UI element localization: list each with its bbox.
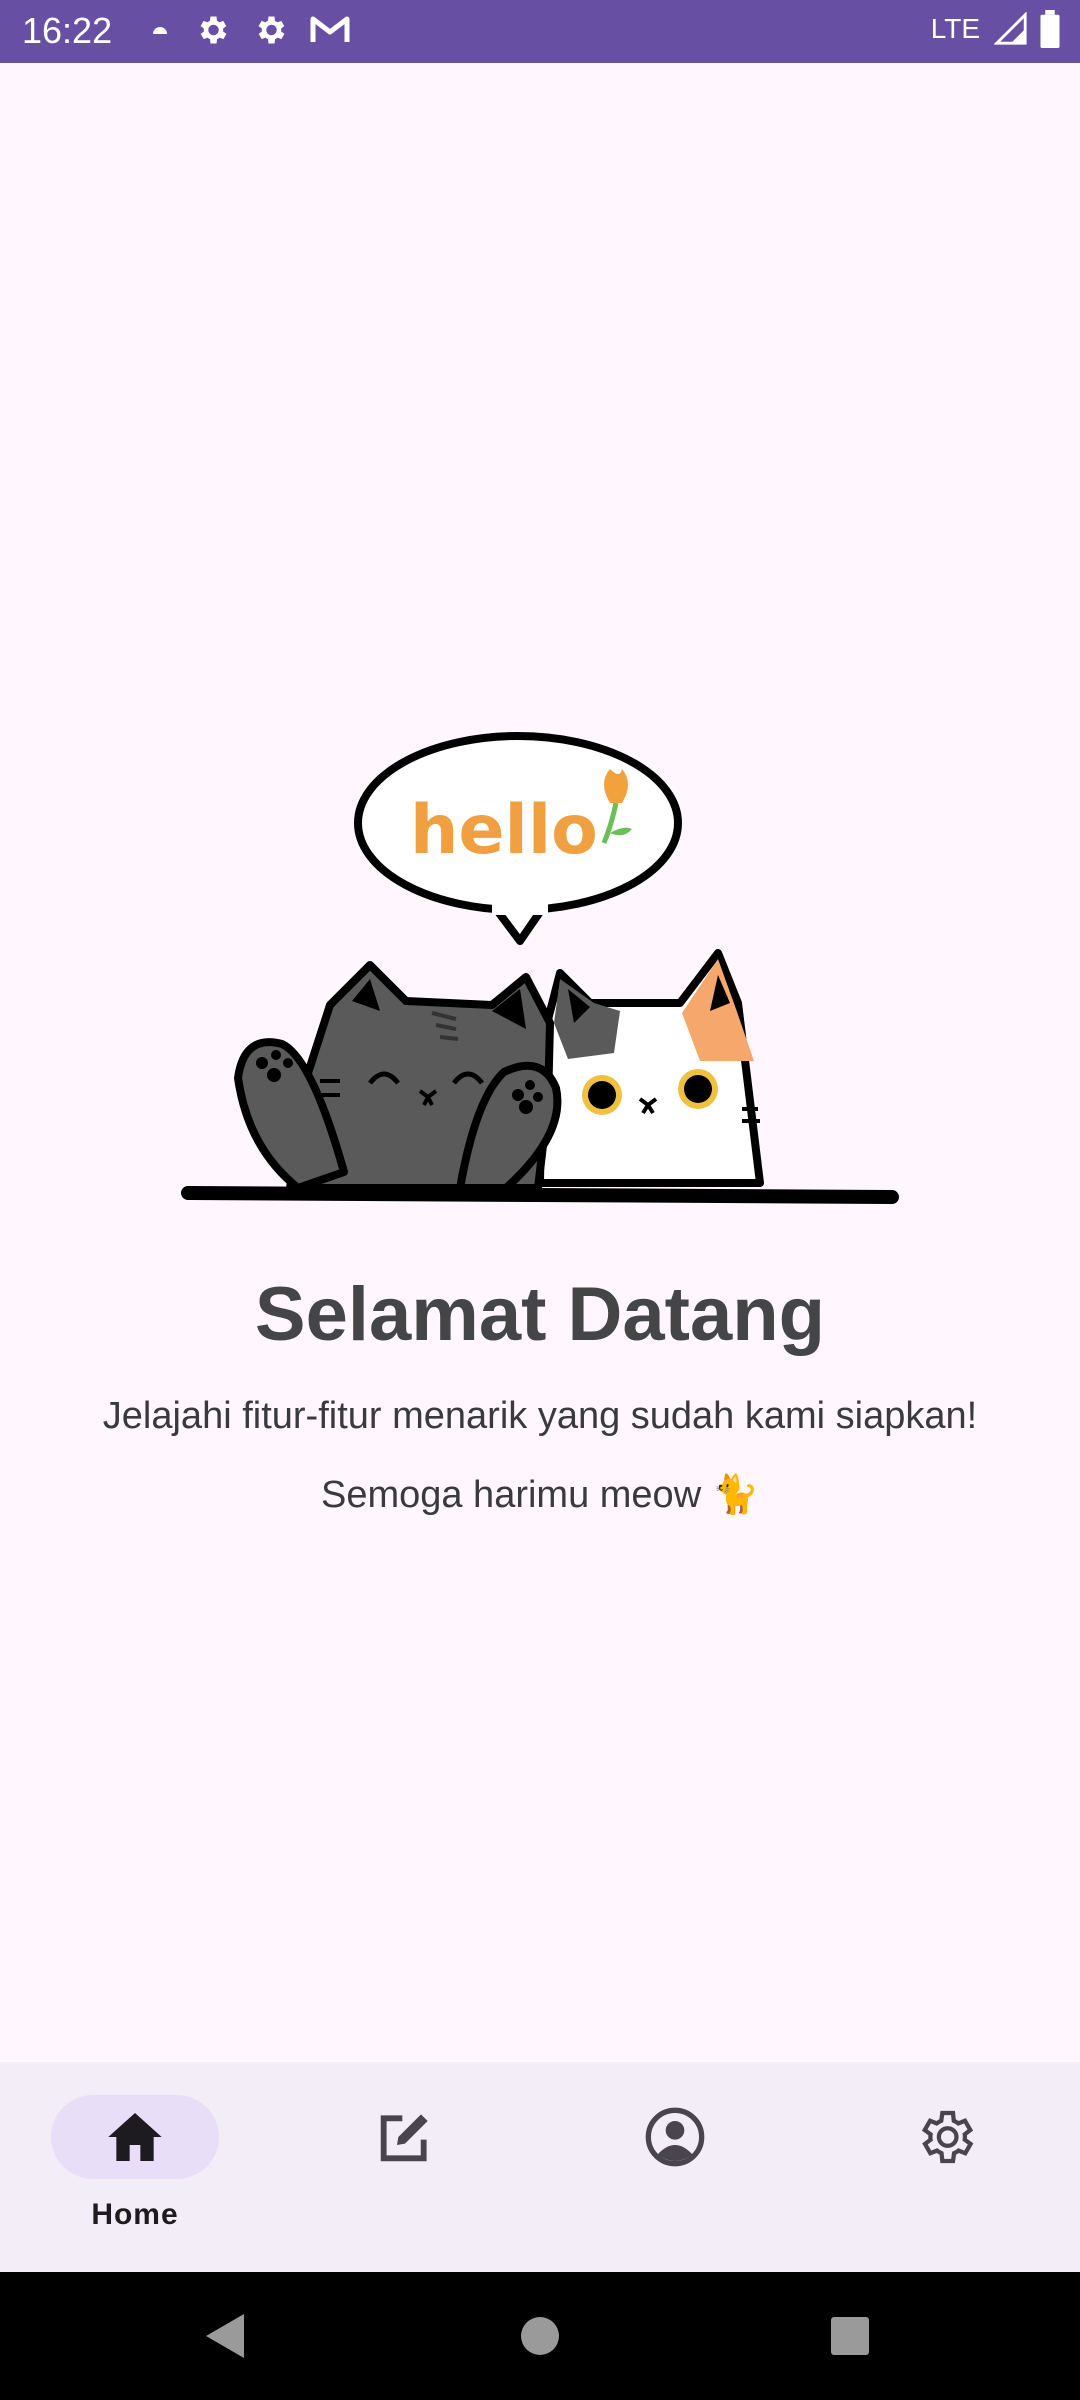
nav-item-home[interactable]: Home xyxy=(0,2062,270,2272)
page-title: Selamat Datang xyxy=(254,1272,826,1357)
notification-icons xyxy=(148,12,350,48)
system-status-icons: LTE xyxy=(931,10,1062,48)
profile-icon xyxy=(645,2107,705,2167)
gear-icon xyxy=(258,16,285,44)
gear-icon xyxy=(200,16,227,44)
weather-icon xyxy=(153,27,167,34)
recents-icon[interactable] xyxy=(830,2316,870,2356)
network-type: LTE xyxy=(930,13,980,44)
welcome-tagline: Semoga harimu meow 🐈 xyxy=(320,1474,760,1516)
speech-bubble-text: hello xyxy=(410,791,598,870)
edit-icon xyxy=(380,2114,428,2162)
settings-icon xyxy=(921,2110,974,2164)
gmail-icon xyxy=(310,16,350,42)
home-circle-icon[interactable] xyxy=(519,2315,561,2357)
home-icon xyxy=(108,2113,162,2161)
calico-cat xyxy=(536,949,764,1187)
home-screen: hello Selamat Datang Jelajahi fitur-fitu… xyxy=(0,63,1080,2062)
speech-bubble: hello xyxy=(354,732,682,945)
nav-item-profile[interactable] xyxy=(540,2062,810,2272)
status-bar: 16:22 LTE xyxy=(0,0,1080,63)
nav-item-settings[interactable] xyxy=(810,2062,1080,2272)
back-icon[interactable] xyxy=(204,2312,246,2360)
battery-icon xyxy=(1040,10,1060,48)
bottom-navigation-bar: Home xyxy=(0,2062,1080,2272)
ground-line xyxy=(181,1186,899,1204)
system-navigation-bar xyxy=(0,2272,1080,2400)
status-time: 16:22 xyxy=(22,10,113,51)
nav-label-home: Home xyxy=(91,2198,179,2231)
gray-tabby-cat xyxy=(234,961,562,1192)
signal-icon xyxy=(994,12,1027,45)
welcome-subtitle: Jelajahi fitur-fitur menarik yang sudah … xyxy=(102,1395,978,1437)
two-cats-illustration: hello xyxy=(181,732,899,1204)
nav-item-edit[interactable] xyxy=(270,2062,540,2272)
